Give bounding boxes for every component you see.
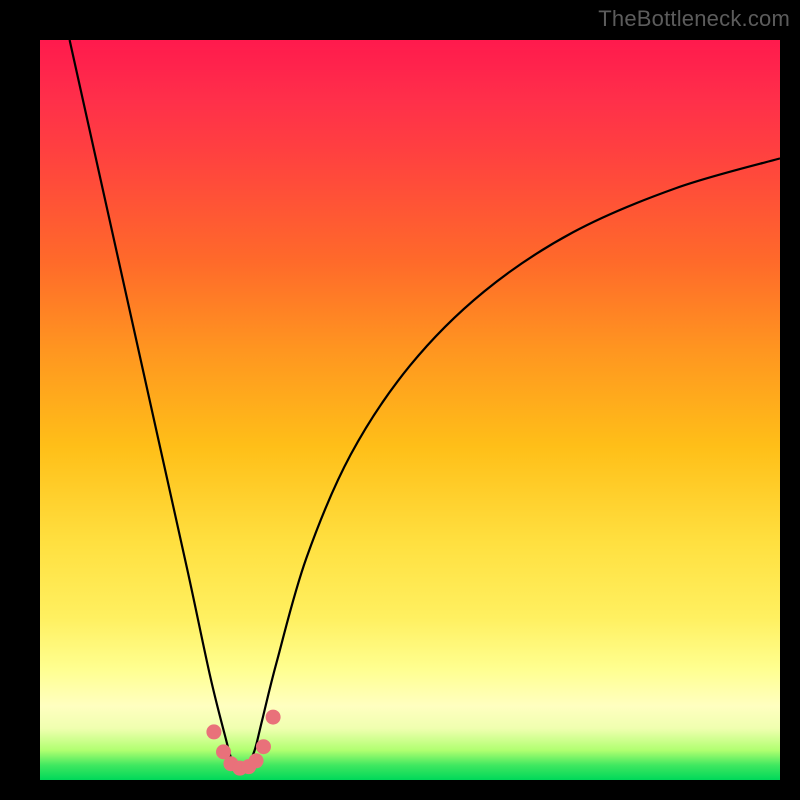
marker-point [206, 724, 221, 739]
marker-group [206, 710, 280, 776]
bottleneck-curve [70, 40, 780, 769]
marker-point [266, 710, 281, 725]
chart-frame: TheBottleneck.com [0, 0, 800, 800]
curve-path-group [70, 40, 780, 769]
plot-area [40, 40, 780, 780]
marker-point [249, 753, 264, 768]
marker-point [256, 739, 271, 754]
curve-layer [40, 40, 780, 780]
attribution-text: TheBottleneck.com [598, 6, 790, 32]
